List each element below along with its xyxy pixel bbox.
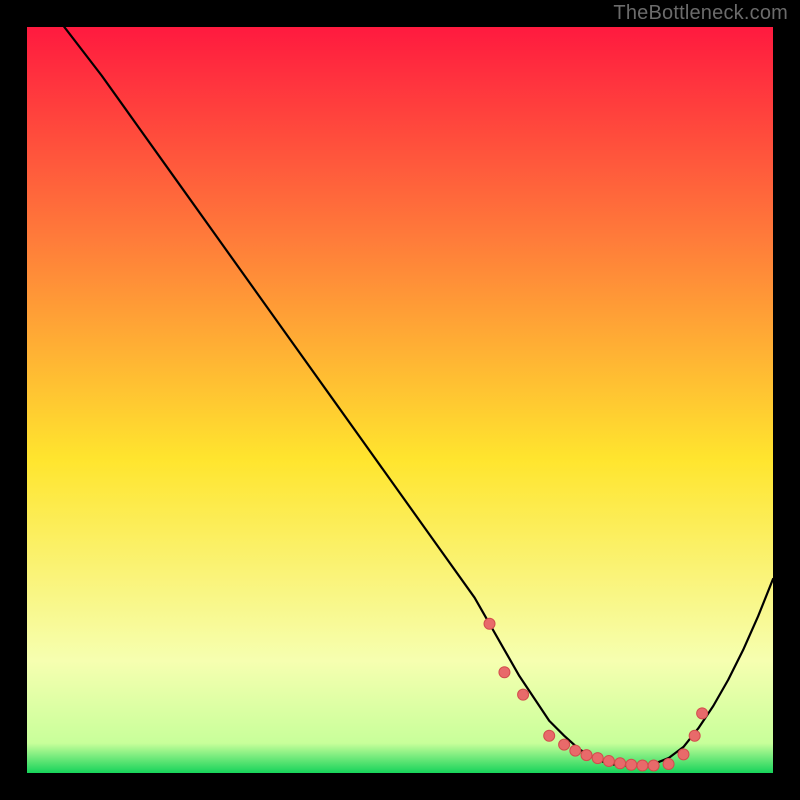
data-dot: [626, 759, 637, 770]
data-dot: [697, 708, 708, 719]
plot-area: [27, 27, 773, 773]
data-dot: [689, 730, 700, 741]
data-dot: [603, 756, 614, 767]
data-dot: [648, 760, 659, 771]
data-dot: [678, 749, 689, 760]
chart-container: TheBottleneck.com: [0, 0, 800, 800]
data-dot: [484, 618, 495, 629]
data-dot: [499, 667, 510, 678]
data-dot: [637, 760, 648, 771]
data-dot: [570, 745, 581, 756]
data-dot: [581, 750, 592, 761]
plot-svg: [27, 27, 773, 773]
data-dot: [559, 739, 570, 750]
data-dot: [544, 730, 555, 741]
data-dot: [518, 689, 529, 700]
data-dot: [663, 759, 674, 770]
data-dot: [592, 753, 603, 764]
data-dot: [615, 758, 626, 769]
gradient-background: [27, 27, 773, 773]
watermark-label: TheBottleneck.com: [613, 2, 788, 25]
